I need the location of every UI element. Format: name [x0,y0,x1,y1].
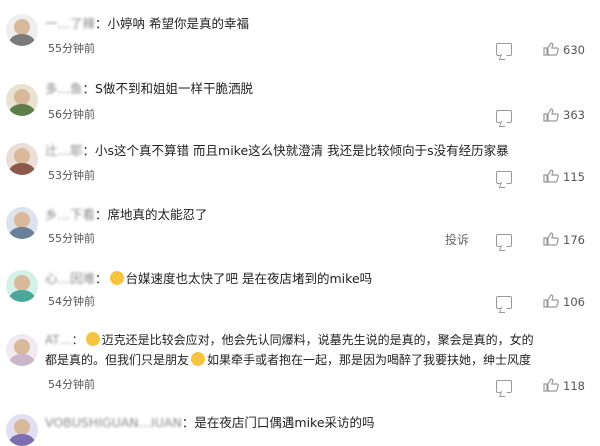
like-count: 176 [563,233,585,247]
username[interactable]: AT… [45,333,72,347]
report-button[interactable]: 投诉 [445,231,469,248]
like-icon[interactable] [543,42,559,56]
comment-text: 都是真的。但我们只是朋友 [45,353,190,367]
emoji-icon [191,352,206,366]
username[interactable]: 心…因难 [45,271,95,286]
comment-line: 心…因难： 台媒速度也太快了吧 是在夜店堵到的mike吗 [45,271,373,286]
reply-icon[interactable] [496,234,512,247]
comment-text: 是在夜店门口偶遇mike采访的吗 [194,415,375,430]
avatar[interactable] [6,414,38,446]
comment-text: 小s这个真不算错 而且mike这么快就澄清 我还是比较倾向于s没有经历家暴 [95,143,509,158]
comment-text: S做不到和姐姐一样干脆洒脱 [95,81,253,96]
comment-time: 56分钟前 [48,108,95,121]
comment-text: 如果牵手或者抱在一起，那是因为喝醉了我要扶她，绅士风度 [207,353,532,367]
comment-text: 小婷呐 希望你是真的幸福 [107,16,250,31]
comment-time: 53分钟前 [48,169,95,182]
comment-line: VOBUSHIGUAN…IUAN：是在夜店门口偶遇mike采访的吗 [45,415,375,430]
comment-time: 54分钟前 [48,378,95,391]
avatar[interactable] [6,270,38,302]
like-count: 106 [563,295,585,309]
like-count: 115 [563,170,585,184]
comment-line: 一…了辣：小婷呐 希望你是真的幸福 [45,16,250,31]
comment-text: 迈克还是比较会应对，他会先认同爆料，说墓先生说的是真的，聚会是真的，女的 [101,333,534,347]
avatar[interactable] [6,84,38,116]
reply-icon[interactable] [496,380,512,393]
like-icon[interactable] [543,378,559,392]
like-icon[interactable] [543,169,559,183]
like-icon[interactable] [543,232,559,246]
emoji-icon [109,271,124,285]
comment-text: 席地真的太能忍了 [107,207,208,222]
username[interactable]: 多…鱼 [45,81,83,96]
reply-icon[interactable] [496,171,512,184]
comment-line: 都是真的。但我们只是朋友 如果牵手或者抱在一起，那是因为喝醉了我要扶她，绅士风度 [45,350,531,370]
username[interactable]: 乡…下看 [45,207,95,222]
comment-time: 55分钟前 [48,42,95,55]
like-count: 630 [563,43,585,57]
comment-line: 乡…下看：席地真的太能忍了 [45,207,208,222]
like-icon[interactable] [543,294,559,308]
emoji-icon [85,332,100,346]
comment-line: 多…鱼：S做不到和姐姐一样干脆洒脱 [45,81,253,96]
username[interactable]: 辻…耶 [45,143,83,158]
comment-time: 55分钟前 [48,232,95,245]
avatar[interactable] [6,334,38,366]
username[interactable]: VOBUSHIGUAN…IUAN [45,415,182,430]
avatar[interactable] [6,14,38,46]
like-count: 363 [563,108,585,122]
like-count: 118 [563,379,585,393]
avatar[interactable] [6,143,38,175]
like-icon[interactable] [543,108,559,122]
comment-text: 台媒速度也太快了吧 是在夜店堵到的mike吗 [125,271,373,286]
comment-time: 54分钟前 [48,295,95,308]
comment-line: 辻…耶：小s这个真不算错 而且mike这么快就澄清 我还是比较倾向于s没有经历家… [45,143,509,158]
reply-icon[interactable] [496,110,512,123]
username[interactable]: 一…了辣 [45,16,95,31]
comment-line: AT…： 迈克还是比较会应对，他会先认同爆料，说墓先生说的是真的，聚会是真的，女的 [45,332,534,347]
avatar[interactable] [6,207,38,239]
reply-icon[interactable] [496,296,512,309]
reply-icon[interactable] [496,43,512,56]
